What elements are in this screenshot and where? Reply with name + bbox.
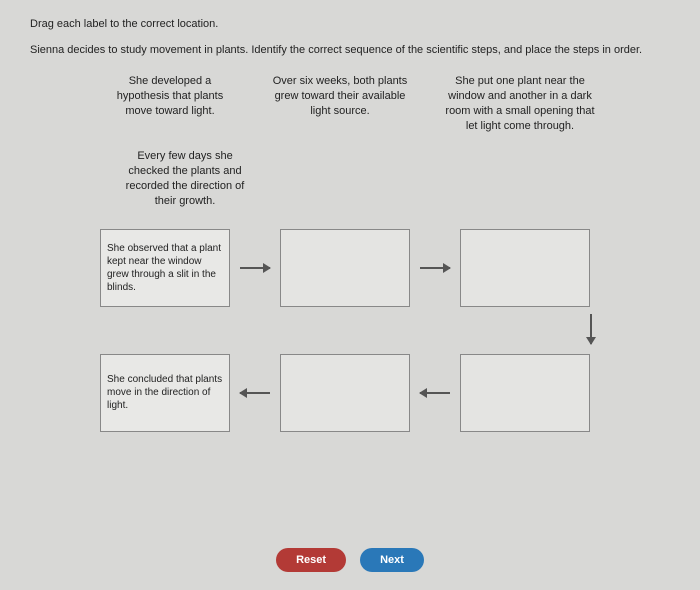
- drop-slot-3[interactable]: [460, 229, 590, 307]
- drop-slot-2[interactable]: [280, 229, 410, 307]
- draggable-label-result[interactable]: Over six weeks, both plants grew toward …: [265, 74, 415, 133]
- next-button[interactable]: Next: [360, 548, 424, 572]
- arrow-left-icon: [420, 392, 450, 394]
- arrow-down-icon: [590, 314, 592, 344]
- arrow-icon: [420, 267, 450, 269]
- arrow-left-icon: [240, 392, 270, 394]
- draggable-label-record[interactable]: Every few days she checked the plants an…: [120, 149, 250, 208]
- draggable-labels-row2: Every few days she checked the plants an…: [120, 149, 670, 208]
- prompt-text: Sienna decides to study movement in plan…: [30, 44, 670, 56]
- drop-slot-6[interactable]: She concluded that plants move in the di…: [100, 354, 230, 432]
- reset-button[interactable]: Reset: [276, 548, 346, 572]
- draggable-labels-row1: She developed a hypothesis that plants m…: [30, 74, 670, 133]
- flow-diagram: She observed that a plant kept near the …: [30, 229, 670, 479]
- draggable-label-hypothesis[interactable]: She developed a hypothesis that plants m…: [105, 74, 235, 133]
- drop-slot-4[interactable]: [460, 354, 590, 432]
- drop-slot-1[interactable]: She observed that a plant kept near the …: [100, 229, 230, 307]
- button-row: Reset Next: [0, 548, 700, 572]
- drop-slot-5[interactable]: [280, 354, 410, 432]
- draggable-label-setup[interactable]: She put one plant near the window and an…: [445, 74, 595, 133]
- arrow-icon: [240, 267, 270, 269]
- instruction-text: Drag each label to the correct location.: [30, 18, 670, 30]
